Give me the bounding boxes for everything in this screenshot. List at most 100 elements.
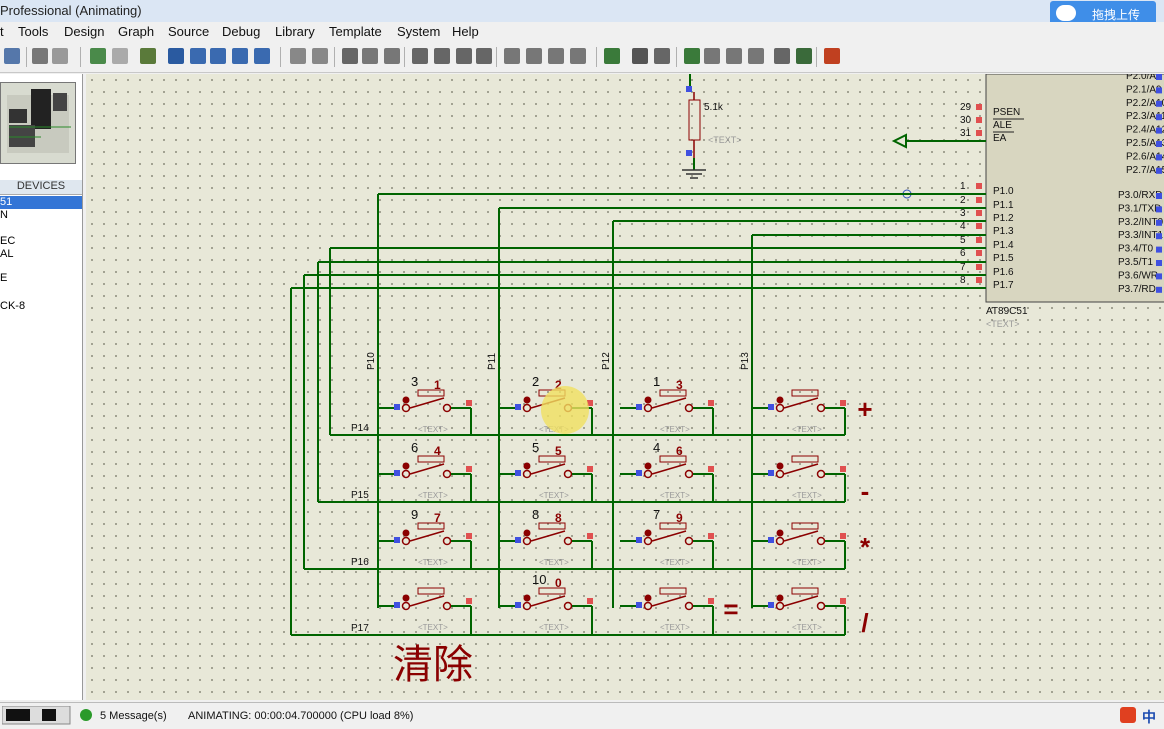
message-count[interactable]: 5 Message(s)	[100, 710, 167, 722]
schematic-canvas[interactable]: 5.1k <TEXT> AT89C51 <TEXT> P2.0/A8 P2.1/A9 P2.…	[86, 74, 1164, 700]
search-tag-icon[interactable]	[632, 48, 648, 64]
page-setup-icon[interactable]	[52, 48, 68, 64]
pause-button[interactable]	[6, 709, 30, 721]
menu-help[interactable]: Help	[452, 24, 479, 39]
menu-system[interactable]: System	[397, 24, 440, 39]
pan-icon[interactable]	[168, 48, 184, 64]
switch-contact	[442, 403, 452, 413]
redo-icon[interactable]	[312, 48, 328, 64]
device-item-selected[interactable]: 51	[0, 196, 82, 209]
device-item[interactable]: E	[0, 272, 82, 285]
menu-tools[interactable]: Tools	[18, 24, 48, 39]
save-icon[interactable]	[4, 48, 20, 64]
ares-icon[interactable]	[824, 48, 840, 64]
menu-library[interactable]: Library	[275, 24, 315, 39]
chip-pin-number: 4	[960, 221, 966, 232]
switch-text-placeholder: <TEXT>	[418, 491, 448, 500]
zoom-area-icon[interactable]	[254, 48, 270, 64]
copy-icon[interactable]	[362, 48, 378, 64]
chip-pin-label: P1.3	[993, 226, 1014, 237]
wire-autorouter-icon[interactable]	[604, 48, 620, 64]
switch-lever	[409, 463, 445, 475]
key-value: 4	[434, 444, 441, 458]
origin-icon[interactable]	[140, 48, 156, 64]
switch-node	[644, 594, 652, 602]
menu-bar: t Tools Design Graph Source Debug Librar…	[0, 22, 1164, 42]
block-copy-icon[interactable]	[412, 48, 428, 64]
device-item[interactable]: N	[0, 209, 82, 222]
pin-marker	[708, 466, 714, 472]
new-sheet-icon[interactable]	[684, 48, 700, 64]
exit-to-parent-icon[interactable]	[726, 48, 742, 64]
decompose-icon[interactable]	[570, 48, 586, 64]
pin-marker	[1156, 127, 1162, 134]
menu-graph[interactable]: Graph	[118, 24, 154, 39]
switch-contact	[816, 536, 826, 546]
menu-source[interactable]: Source	[168, 24, 209, 39]
toolbar-separator	[596, 47, 597, 67]
chip-pin-number: 3	[960, 208, 966, 219]
switch-contact	[563, 536, 573, 546]
switch-text-placeholder: <TEXT>	[792, 558, 822, 567]
pin-marker	[1156, 87, 1162, 94]
window-title: Professional (Animating)	[0, 3, 142, 18]
switch-text-placeholder: <TEXT>	[792, 425, 822, 434]
pin-marker	[466, 598, 472, 604]
chip-pin-label: EA	[993, 133, 1007, 144]
chip-pin-label: P3.4/T0	[1118, 244, 1153, 255]
block-delete-icon[interactable]	[476, 48, 492, 64]
pin-marker	[686, 86, 692, 92]
resistor-text-placeholder: <TEXT>	[708, 135, 742, 145]
switch-ref: 9	[411, 507, 418, 522]
refresh-icon[interactable]	[90, 48, 106, 64]
device-item[interactable]: CK-8	[0, 300, 82, 313]
pin-marker	[636, 537, 642, 543]
ime-mode[interactable]: 中	[1142, 707, 1156, 727]
print-icon[interactable]	[32, 48, 48, 64]
pin-marker	[394, 602, 400, 608]
stop-button[interactable]	[42, 709, 56, 721]
block-rotate-icon[interactable]	[456, 48, 472, 64]
grid-icon[interactable]	[112, 48, 128, 64]
switch-ref: 8	[532, 507, 539, 522]
undo-icon[interactable]	[290, 48, 306, 64]
device-item[interactable]: AL	[0, 248, 82, 261]
pick-device-icon[interactable]	[504, 48, 520, 64]
menu-file[interactable]: t	[0, 24, 4, 39]
bill-of-materials-icon[interactable]	[748, 48, 764, 64]
pin-marker	[1156, 219, 1162, 226]
overview-window[interactable]	[0, 82, 76, 164]
package-tool-icon[interactable]	[548, 48, 564, 64]
sogou-ime-icon[interactable]	[1120, 707, 1136, 723]
chip-pin-number: 7	[960, 262, 966, 273]
switch-text-placeholder: <TEXT>	[418, 623, 448, 632]
menu-template[interactable]: Template	[329, 24, 382, 39]
pin-marker	[394, 537, 400, 543]
pin-marker	[394, 470, 400, 476]
menu-design[interactable]: Design	[64, 24, 104, 39]
pin-marker	[708, 400, 714, 406]
pin-marker	[1156, 193, 1162, 199]
make-device-icon[interactable]	[526, 48, 542, 64]
zoom-out-icon[interactable]	[210, 48, 226, 64]
toolbar-separator	[280, 47, 281, 67]
switch-text-placeholder: <TEXT>	[792, 623, 822, 632]
switch-lever	[530, 463, 566, 475]
device-item[interactable]: EC	[0, 235, 82, 248]
switch-contact	[401, 469, 411, 479]
zoom-all-icon[interactable]	[232, 48, 248, 64]
chip-pin-label: P1.5	[993, 253, 1014, 264]
zoom-in-icon[interactable]	[190, 48, 206, 64]
block-move-icon[interactable]	[434, 48, 450, 64]
pin-marker	[768, 537, 774, 543]
netlist-icon[interactable]	[796, 48, 812, 64]
erc-report-icon[interactable]	[774, 48, 790, 64]
status-bar: 5 Message(s) ANIMATING: 00:00:04.700000 …	[0, 702, 1164, 729]
remove-sheet-icon[interactable]	[704, 48, 720, 64]
toolbar-separator	[80, 47, 81, 67]
menu-debug[interactable]: Debug	[222, 24, 260, 39]
paste-icon[interactable]	[384, 48, 400, 64]
property-tool-icon[interactable]	[654, 48, 670, 64]
cut-icon[interactable]	[342, 48, 358, 64]
pin-marker	[976, 197, 982, 203]
